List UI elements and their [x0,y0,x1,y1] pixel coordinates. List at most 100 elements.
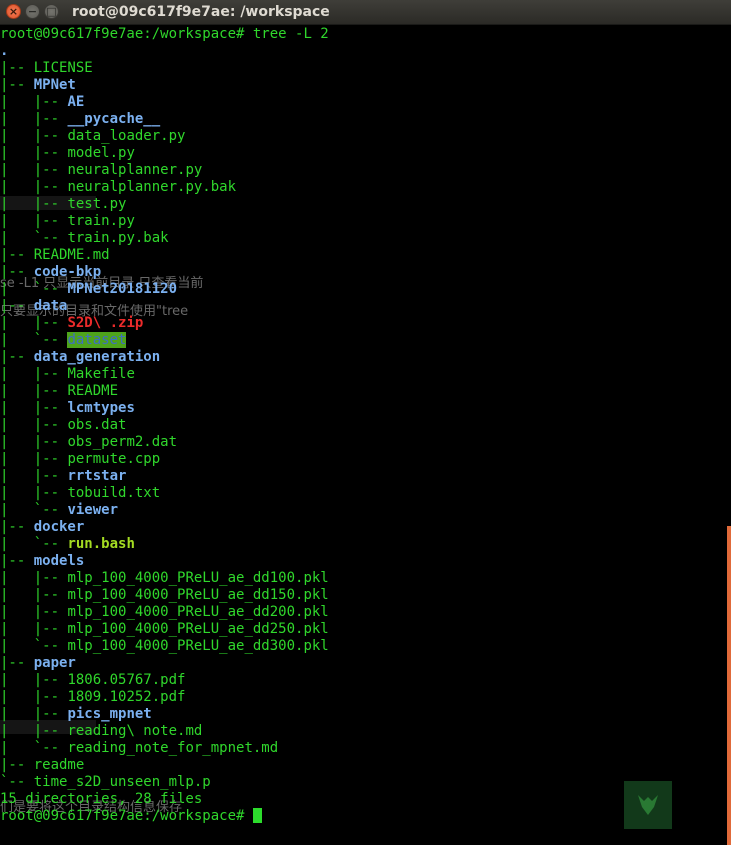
tree-prefix: | |-- [0,196,68,212]
minimize-icon: − [27,5,38,18]
tree-line: |-- README.md [0,247,329,264]
tree-line: | |-- permute.cpp [0,451,329,468]
tree-line: |-- LICENSE [0,60,329,77]
tree-prefix: | |-- [0,672,68,688]
tree-file: time_s2D_unseen_mlp.p [33,774,211,790]
tree-file: mlp_100_4000_PReLU_ae_dd250.pkl [67,621,329,637]
tree-prefix: | |-- [0,706,68,722]
tree-file: neuralplanner.py.bak [67,179,237,195]
tree-file: readme [33,757,85,773]
tree-file: train.py [67,213,135,229]
tree-directory: paper [33,655,76,671]
scrollbar-indicator[interactable] [727,526,731,845]
window-title: root@09c617f9e7ae: /workspace [72,4,330,20]
tree-file: README [67,383,119,399]
tree-prefix: | `-- [0,740,68,756]
tree-prefix: | `-- [0,230,68,246]
tree-line: | |-- train.py [0,213,329,230]
tree-prefix: | `-- [0,502,68,518]
tree-prefix: | `-- [0,536,68,552]
tree-prefix: |-- [0,264,34,280]
tree-prefix: | `-- [0,638,68,654]
active-prompt-line[interactable]: root@09c617f9e7ae:/workspace# [0,808,329,825]
tree-prefix: | |-- [0,128,68,144]
terminal-area[interactable]: se -L1 只显示当前目录 只查看当前 只要显示的目录和文件使用"tree 们… [0,26,731,845]
tree-directory: models [33,553,85,569]
tree-line: | |-- obs_perm2.dat [0,434,329,451]
tree-prefix: | |-- [0,383,68,399]
tree-line: | |-- S2D\ .zip [0,315,329,332]
tree-directory: pics_mpnet [67,706,152,722]
tree-directory: viewer [67,502,119,518]
summary-line: 15 directories, 28 files [0,791,203,807]
tree-line: | |-- __pycache__ [0,111,329,128]
tree-line: `-- time_s2D_unseen_mlp.p [0,774,329,791]
tree-prefix: | `-- [0,281,68,297]
close-button[interactable]: × [6,4,21,19]
tree-file: obs.dat [67,417,127,433]
tree-line: | |-- Makefile [0,366,329,383]
tree-archive: S2D\ .zip [67,315,144,331]
command-text: tree -L 2 [244,26,329,42]
minimize-button[interactable]: − [25,4,40,19]
tree-line: . [0,43,329,60]
tree-prefix: | |-- [0,604,68,620]
tree-directory: __pycache__ [67,111,161,127]
maximize-button[interactable]: □ [44,4,59,19]
tree-line: | |-- model.py [0,145,329,162]
tree-line: | |-- neuralplanner.py.bak [0,179,329,196]
text-cursor[interactable] [252,808,262,823]
tree-prefix: | |-- [0,145,68,161]
maximize-icon: □ [46,5,57,18]
tree-file: mlp_100_4000_PReLU_ae_dd300.pkl [67,638,329,654]
tree-line: |-- paper [0,655,329,672]
tree-file: 1806.05767.pdf [67,672,186,688]
tree-prefix: |-- [0,60,34,76]
tree-file: reading\ note.md [67,723,203,739]
tree-file: 1809.10252.pdf [67,689,186,705]
tree-line: | |-- mlp_100_4000_PReLU_ae_dd100.pkl [0,570,329,587]
tree-file: reading_note_for_mpnet.md [67,740,279,756]
tree-prefix: | `-- [0,332,68,348]
tree-directory-highlighted: dataset [67,332,127,348]
tree-directory: MPNet [33,77,76,93]
tree-directory: docker [33,519,85,535]
tree-file: train.py.bak [67,230,169,246]
tree-directory: data_generation [33,349,161,365]
tree-prefix: | |-- [0,417,68,433]
tree-directory: data [33,298,68,314]
tree-prefix: | |-- [0,689,68,705]
tree-prefix: | |-- [0,723,68,739]
command-line: root@09c617f9e7ae:/workspace# tree -L 2 [0,26,329,43]
terminal-window: × − □ root@09c617f9e7ae: /workspace se -… [0,0,731,845]
tree-line: | `-- viewer [0,502,329,519]
tree-line: | |-- mlp_100_4000_PReLU_ae_dd150.pkl [0,587,329,604]
tree-line: | `-- train.py.bak [0,230,329,247]
tree-line: | |-- reading\ note.md [0,723,329,740]
tree-file: Makefile [67,366,135,382]
tree-prefix: | |-- [0,111,68,127]
tree-line: | `-- dataset [0,332,329,349]
tree-prefix: |-- [0,298,34,314]
tree-directory: rrtstar [67,468,127,484]
tree-file: model.py [67,145,135,161]
tree-line: |-- docker [0,519,329,536]
tree-line: | |-- neuralplanner.py [0,162,329,179]
tree-line: | `-- reading_note_for_mpnet.md [0,740,329,757]
tree-root: . [0,43,9,59]
tree-file: mlp_100_4000_PReLU_ae_dd200.pkl [67,604,329,620]
title-bar: × − □ root@09c617f9e7ae: /workspace [0,0,731,25]
tree-file: mlp_100_4000_PReLU_ae_dd150.pkl [67,587,329,603]
tree-line: |-- models [0,553,329,570]
tree-prefix: | |-- [0,451,68,467]
tree-line: | `-- mlp_100_4000_PReLU_ae_dd300.pkl [0,638,329,655]
tree-line: | |-- pics_mpnet [0,706,329,723]
tree-line: | |-- mlp_100_4000_PReLU_ae_dd250.pkl [0,621,329,638]
tree-line: |-- data_generation [0,349,329,366]
tree-line: | |-- test.py [0,196,329,213]
tree-directory: MPNet20181120 [67,281,178,297]
tree-line: | |-- 1809.10252.pdf [0,689,329,706]
tree-prefix: |-- [0,247,34,263]
tree-line: | |-- README [0,383,329,400]
tree-file: README.md [33,247,110,263]
